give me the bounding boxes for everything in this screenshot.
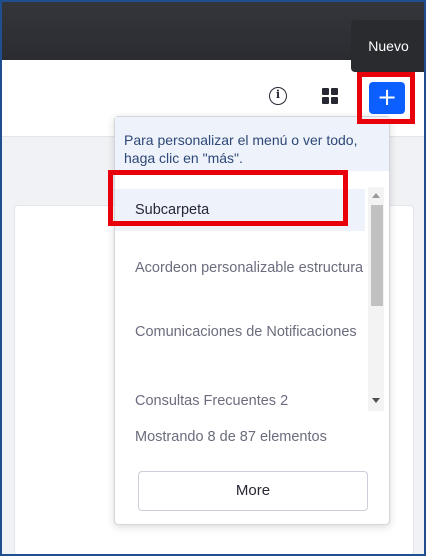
dropdown-help-text: Para personalizar el menú o ver todo, ha… bbox=[115, 117, 389, 171]
new-tooltip: Nuevo bbox=[351, 20, 426, 72]
more-button[interactable]: More bbox=[138, 471, 368, 511]
scroll-up-icon[interactable] bbox=[372, 193, 380, 198]
subcarpeta-highlight bbox=[108, 170, 348, 226]
add-button-highlight bbox=[357, 72, 415, 124]
scrollbar-thumb[interactable] bbox=[371, 205, 383, 306]
dropdown-item-consultas[interactable]: Consultas Frecuentes 2 bbox=[115, 389, 365, 413]
info-icon[interactable]: i bbox=[269, 87, 287, 105]
items-count-status: Mostrando 8 de 87 elementos bbox=[135, 429, 327, 445]
scroll-down-icon[interactable] bbox=[372, 398, 380, 403]
dropdown-item-acordeon[interactable]: Acordeon personalizable estructura bbox=[115, 256, 365, 280]
dropdown-item-comunicaciones[interactable]: Comunicaciones de Notificaciones bbox=[115, 320, 365, 344]
grid-icon[interactable] bbox=[322, 88, 338, 104]
